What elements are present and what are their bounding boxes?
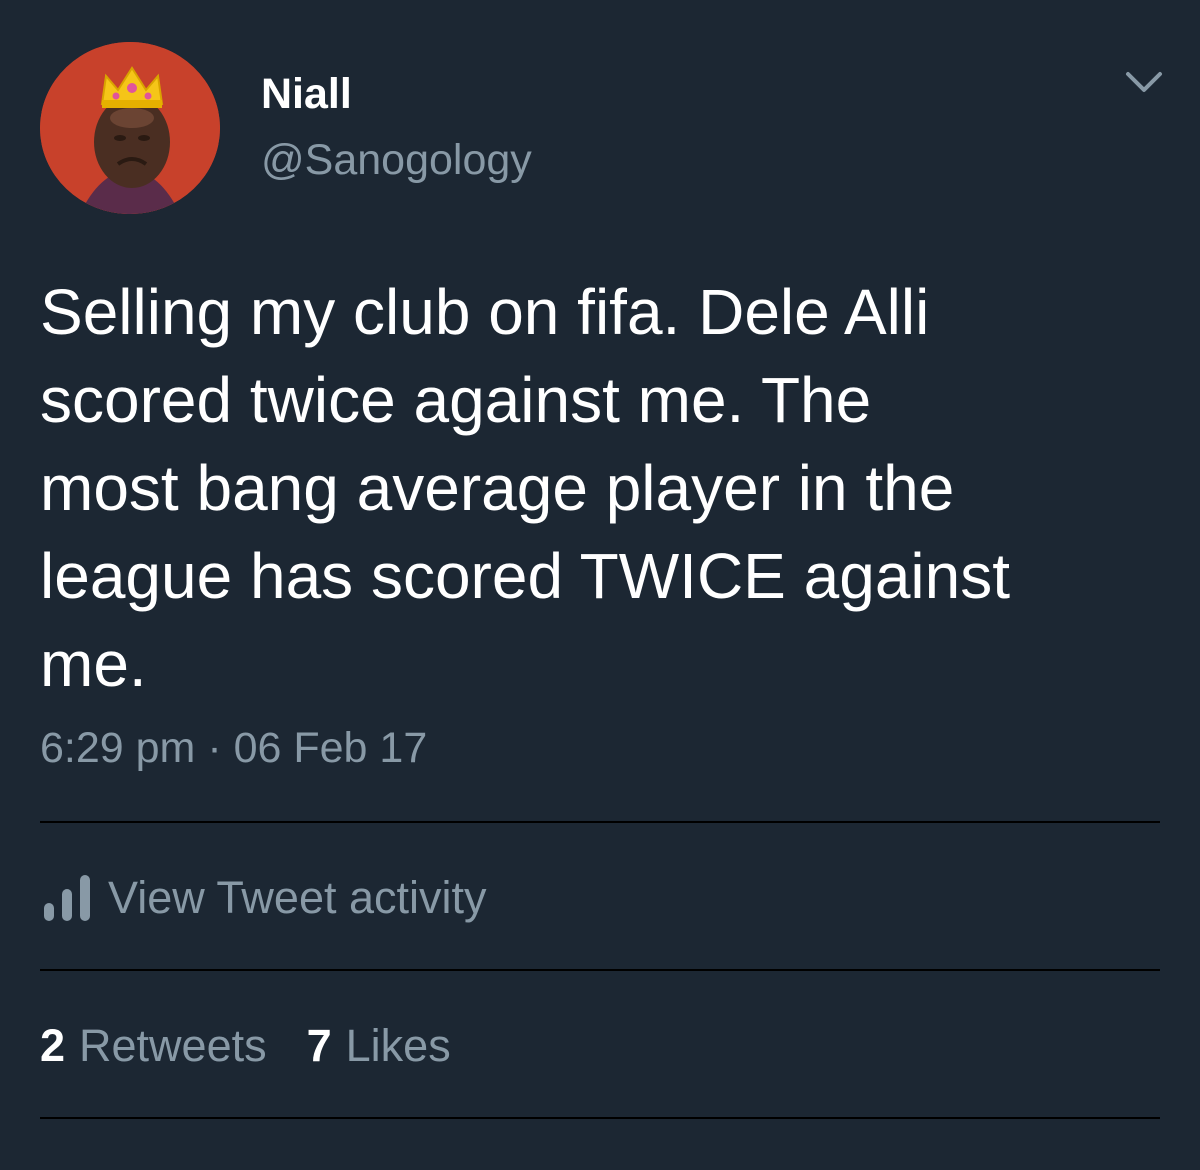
author-handle[interactable]: @Sanogology [261,130,532,190]
retweets-count: 2 [40,1020,66,1071]
chevron-down-icon[interactable] [1122,66,1166,100]
author-name[interactable]: Niall [261,64,352,124]
likes-count: 7 [306,1020,332,1071]
likes-label: Likes [345,1020,451,1071]
likes-stat[interactable]: 7 Likes [307,1016,451,1076]
avatar[interactable] [40,42,220,214]
retweets-label: Retweets [79,1020,267,1071]
divider [40,1117,1160,1119]
retweets-stat[interactable]: 2 Retweets [40,1016,267,1076]
bar-chart-icon [44,875,90,921]
tweet-timestamp[interactable]: 6:29 pm · 06 Feb 17 [40,718,427,778]
divider [40,969,1160,971]
view-tweet-activity-label: View Tweet activity [108,872,487,923]
tweet-card: Niall @Sanogology Selling my club on fif… [0,0,1200,1170]
divider [40,821,1160,823]
tweet-stats: 2 Retweets 7 Likes [40,1016,491,1076]
avatar-image [40,42,220,214]
tweet-text: Selling my club on fifa. Dele Alli score… [40,276,1010,700]
view-tweet-activity-button[interactable]: View Tweet activity [40,866,487,930]
